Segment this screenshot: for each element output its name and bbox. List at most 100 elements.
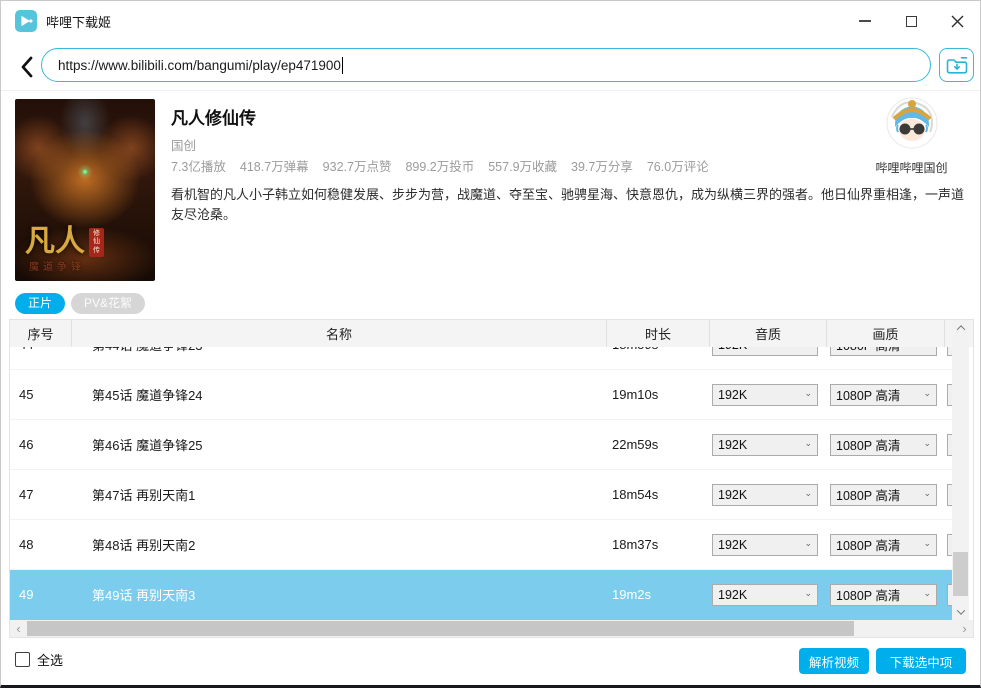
video-quality-select[interactable]: 1080P 高清 ⌄ xyxy=(830,384,937,406)
chevron-up-icon xyxy=(956,325,964,333)
table-row[interactable]: 46 第46话 魔道争锋25 22m59s 192K ⌄ 1080P 高清 ⌄ xyxy=(10,420,952,470)
tab-main-feature[interactable]: 正片 xyxy=(15,293,65,314)
close-button[interactable] xyxy=(934,1,980,41)
vertical-scroll-thumb[interactable] xyxy=(953,552,968,596)
audio-quality-select[interactable]: 192K ⌄ xyxy=(712,434,818,456)
video-quality-select[interactable]: 1080P 高清 ⌄ xyxy=(830,484,937,506)
episode-name: 第49话 再别天南3 xyxy=(72,570,607,619)
episode-duration: 19m2s xyxy=(607,570,710,619)
url-text: https://www.bilibili.com/bangumi/play/ep… xyxy=(58,58,341,73)
nav-bar: https://www.bilibili.com/bangumi/play/ep… xyxy=(1,41,980,91)
audio-quality-select[interactable]: 192K ⌄ xyxy=(712,347,818,356)
episode-duration: 22m59s xyxy=(607,420,710,469)
folder-download-icon xyxy=(946,56,968,75)
chevron-down-icon: ⌄ xyxy=(804,439,812,448)
poster-image: 凡人 修仙传 魔道争锋 xyxy=(15,99,155,281)
poster-caption: 凡人 修仙传 xyxy=(25,227,104,257)
window-controls xyxy=(842,1,980,41)
download-folder-button[interactable] xyxy=(939,48,974,82)
chevron-down-icon: ⌄ xyxy=(804,539,812,548)
horizontal-scroll-thumb[interactable] xyxy=(27,621,854,636)
column-header-index: 序号 xyxy=(10,320,72,347)
video-quality-select[interactable]: 1080P 高清 ⌄ xyxy=(830,434,937,456)
audio-quality-value: 192K xyxy=(718,388,747,402)
parse-video-button[interactable]: 解析视频 xyxy=(799,648,869,674)
chevron-down-icon xyxy=(956,606,964,614)
scroll-right-button[interactable]: › xyxy=(956,620,973,637)
chevron-down-icon: ⌄ xyxy=(804,589,812,598)
table-header: 序号 名称 时长 音质 画质 xyxy=(10,320,973,347)
video-quality-value: 1080P 高清 xyxy=(836,435,900,454)
episode-number: 47 xyxy=(10,470,72,519)
poster-title-main: 凡人 xyxy=(25,227,85,257)
audio-quality-select[interactable]: 192K ⌄ xyxy=(712,484,818,506)
chevron-down-icon: ⌄ xyxy=(923,589,931,598)
chevron-left-icon xyxy=(20,56,33,78)
episode-duration: 18m37s xyxy=(607,520,710,569)
chevron-down-icon: ⌄ xyxy=(923,439,931,448)
back-button[interactable] xyxy=(15,55,37,79)
chevron-down-icon: ⌄ xyxy=(923,347,931,348)
audio-quality-select[interactable]: 192K ⌄ xyxy=(712,534,818,556)
audio-quality-select[interactable]: 192K ⌄ xyxy=(712,384,818,406)
video-quality-select[interactable]: 1080P 高清 ⌄ xyxy=(830,584,937,606)
episode-number: 48 xyxy=(10,520,72,569)
episode-duration: 18m59s xyxy=(607,347,710,369)
vertical-scrollbar[interactable] xyxy=(952,320,969,620)
audio-quality-value: 192K xyxy=(718,538,747,552)
url-input[interactable]: https://www.bilibili.com/bangumi/play/ep… xyxy=(41,48,931,82)
poster-title-sub: 魔道争锋 xyxy=(29,258,85,273)
table-row[interactable]: 45 第45话 魔道争锋24 19m10s 192K ⌄ 1080P 高清 ⌄ xyxy=(10,370,952,420)
chevron-down-icon: ⌄ xyxy=(804,389,812,398)
episode-table: 序号 名称 时长 音质 画质 44 第44话 魔道争锋23 18m59s 192… xyxy=(9,319,974,638)
episode-number: 49 xyxy=(10,570,72,619)
maximize-button[interactable] xyxy=(888,1,934,41)
episode-number: 46 xyxy=(10,420,72,469)
select-all[interactable]: 全选 xyxy=(15,650,63,669)
table-viewport: 44 第44话 魔道争锋23 18m59s 192K ⌄ 1080P 高清 ⌄ … xyxy=(10,347,952,620)
table-row[interactable]: 49 第49话 再别天南3 19m2s 192K ⌄ 1080P 高清 ⌄ xyxy=(10,570,952,620)
video-quality-select[interactable]: 1080P 高清 ⌄ xyxy=(830,347,937,356)
uploader-avatar xyxy=(886,97,938,149)
media-stats: 7.3亿播放418.7万弹幕932.7万点赞899.2万投币557.9万收藏39… xyxy=(171,156,723,175)
maximize-icon xyxy=(906,16,917,27)
table-row[interactable]: 44 第44话 魔道争锋23 18m59s 192K ⌄ 1080P 高清 ⌄ xyxy=(10,347,952,370)
episode-name: 第48话 再别天南2 xyxy=(72,520,607,569)
audio-quality-value: 192K xyxy=(718,347,747,352)
scroll-up-button[interactable] xyxy=(952,320,969,336)
video-quality-value: 1080P 高清 xyxy=(836,585,900,604)
download-selected-button[interactable]: 下载选中项 xyxy=(876,648,966,674)
episode-number: 44 xyxy=(10,347,72,369)
select-all-checkbox[interactable] xyxy=(15,652,30,667)
chevron-down-icon: ⌄ xyxy=(804,489,812,498)
app-window: 哔哩下载姬 https://www.bilibili.com/bangumi/p… xyxy=(0,0,981,688)
video-quality-value: 1080P 高清 xyxy=(836,485,900,504)
stat-item: 418.7万弹幕 xyxy=(240,160,309,174)
uploader-block: 哔哩哔哩国创 xyxy=(859,97,964,176)
app-logo-icon xyxy=(15,10,37,32)
episode-name: 第46话 魔道争锋25 xyxy=(72,420,607,469)
table-row[interactable]: 47 第47话 再别天南1 18m54s 192K ⌄ 1080P 高清 ⌄ xyxy=(10,470,952,520)
table-row[interactable]: 48 第48话 再别天南2 18m37s 192K ⌄ 1080P 高清 ⌄ xyxy=(10,520,952,570)
episode-name: 第44话 魔道争锋23 xyxy=(72,347,607,369)
horizontal-scrollbar[interactable]: ‹ › xyxy=(10,620,973,637)
video-quality-select[interactable]: 1080P 高清 ⌄ xyxy=(830,534,937,556)
scroll-down-button[interactable] xyxy=(952,604,969,620)
audio-quality-select[interactable]: 192K ⌄ xyxy=(712,584,818,606)
title-bar: 哔哩下载姬 xyxy=(1,1,980,41)
chevron-down-icon: ⌄ xyxy=(923,389,931,398)
column-header-audio: 音质 xyxy=(710,320,827,347)
chevron-down-icon: ⌄ xyxy=(804,347,812,348)
scroll-left-button[interactable]: ‹ xyxy=(10,620,27,637)
video-quality-value: 1080P 高清 xyxy=(836,535,900,554)
stat-item: 932.7万点赞 xyxy=(323,160,392,174)
episode-name: 第45话 魔道争锋24 xyxy=(72,370,607,419)
table-rows: 44 第44话 魔道争锋23 18m59s 192K ⌄ 1080P 高清 ⌄ … xyxy=(10,347,952,620)
audio-quality-value: 192K xyxy=(718,438,747,452)
column-header-name: 名称 xyxy=(72,320,607,347)
tab-pv-extras[interactable]: PV&花絮 xyxy=(71,293,145,314)
stat-item: 7.3亿播放 xyxy=(171,160,226,174)
episode-duration: 18m54s xyxy=(607,470,710,519)
minimize-button[interactable] xyxy=(842,1,888,41)
close-icon xyxy=(950,14,965,29)
